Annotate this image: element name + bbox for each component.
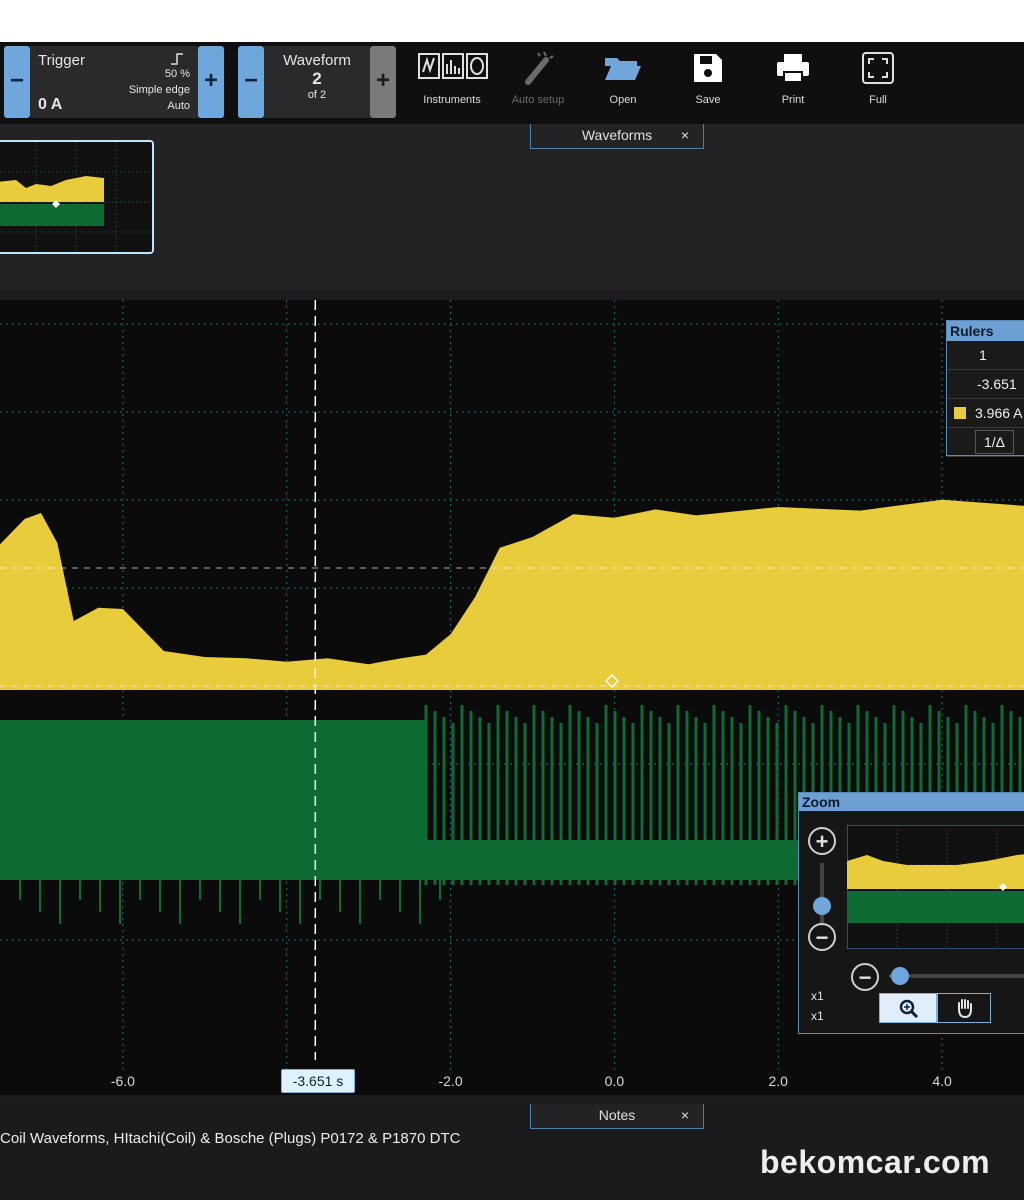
tab-notes[interactable]: Notes × [530,1104,704,1129]
trigger-level: 50 % [164,68,190,80]
print-label: Print [781,94,805,106]
notes-text[interactable]: Coil Waveforms, HItachi(Coil) & Bosche (… [0,1130,460,1147]
close-notes-tab-icon[interactable]: × [681,1104,689,1126]
trigger-value: 0 A [38,96,63,113]
rulers-panel[interactable]: Rulers 1 -3.651 3.966 A 1/Δ [946,320,1024,457]
channel-a-waveform [0,499,1024,690]
trigger-decrease-button[interactable]: − [4,46,30,118]
window-top-strip [0,0,1024,43]
zoom-title: Zoom [799,793,1024,811]
zoom-out-button[interactable]: − [808,923,836,951]
ruler-inverse-delta-button[interactable]: 1/Δ [975,430,1015,454]
ruler-time-row: -3.651 [947,370,1024,399]
zoom-factor-x: x1 [811,989,824,1003]
instruments-label: Instruments [423,94,481,106]
rising-edge-icon [171,53,183,65]
tab-waveforms-label: Waveforms [581,127,653,143]
open-label: Open [609,94,637,106]
trigger-increase-button[interactable]: + [198,46,224,118]
open-button[interactable]: Open [581,46,665,118]
rulers-title: Rulers [947,321,1024,341]
waveform-thumbnail[interactable] [0,140,154,254]
trigger-auto: Auto [167,100,190,112]
fullscreen-label: Full [869,94,887,106]
ruler-time: -3.651 [977,376,1017,392]
ruler-value-row: 3.966 A [947,399,1024,428]
zoom-tool-button[interactable] [879,993,937,1023]
save-disk-icon [694,54,722,82]
thumbnail-preview [0,142,152,252]
trigger-mode: Simple edge [128,84,190,96]
trigger-title: Trigger [38,52,85,69]
ruler-value: 3.966 A [975,405,1023,421]
auto-setup-button[interactable]: Auto setup [496,46,580,118]
channel-a-swatch [954,407,966,419]
print-button[interactable]: Print [751,46,835,118]
zoom-factor-y: x1 [811,1009,824,1023]
trigger-panel[interactable]: Trigger 0 A 50 % Simple edge Auto [30,46,198,118]
x-tick-label-3: 2.0 [769,1073,789,1089]
zoom-in-button[interactable]: + [808,827,836,855]
x-tick-label-1: -2.0 [438,1073,462,1089]
instruments-button[interactable]: Instruments [410,46,494,118]
tab-notes-label: Notes [598,1107,636,1123]
fullscreen-button[interactable]: Full [836,46,920,118]
waveform-previous-button[interactable]: − [238,46,264,118]
watermark-text: bekomcar.com [760,1144,991,1180]
instruments-icon [418,53,488,79]
magnifier-plus-icon [899,999,919,1019]
hand-icon [958,999,972,1019]
folder-open-icon [605,58,641,80]
magic-wand-icon [525,51,554,85]
vertical-zoom-slider-handle[interactable] [813,897,831,915]
waveform-count: of 2 [307,89,327,101]
save-button[interactable]: Save [666,46,750,118]
toolbar: − Trigger 0 A 50 % Simple edge Auto + − … [0,42,1024,124]
cursor-time-readout[interactable]: -3.651 s [281,1069,355,1093]
x-tick-label-0: -6.0 [111,1073,135,1089]
tab-waveforms[interactable]: Waveforms × [530,124,704,149]
close-waveforms-tab-icon[interactable]: × [681,124,689,146]
waveform-number: 2 [312,69,322,88]
horizontal-zoom-out-button[interactable]: − [851,963,879,991]
pan-tool-button[interactable] [937,993,991,1023]
horizontal-zoom-track[interactable] [889,974,1024,978]
auto-setup-label: Auto setup [511,94,565,106]
x-tick-label-2: 0.0 [605,1073,625,1089]
save-label: Save [695,94,721,106]
ruler-index: 1 [979,347,987,363]
waveform-next-button[interactable]: + [370,46,396,118]
channel-b-lower-band [0,840,820,880]
printer-icon [777,54,809,83]
x-tick-label-4: 4.0 [932,1073,952,1089]
waveform-selector[interactable]: Waveform 2 of 2 [264,46,370,118]
horizontal-zoom-slider-handle[interactable] [891,967,909,985]
ruler-inverse-row: 1/Δ [947,428,1024,457]
waveform-title: Waveform [283,52,351,69]
zoom-overview-preview [847,825,1024,949]
ruler-index-row: 1 [947,341,1024,370]
fullscreen-icon [862,52,894,84]
zoom-overview-panel[interactable]: Zoom + − − x1 x1 [798,792,1024,1034]
